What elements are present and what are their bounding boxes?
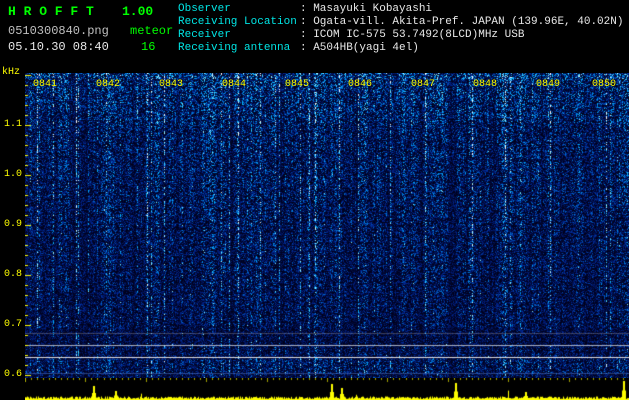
freq-axis-unit: kHz [2,67,21,78]
freq-label: 0.8 [3,269,22,280]
observer-info: Observer : Masayuki Kobayashi Receiving … [178,3,623,55]
info-row: Receiver : ICOM IC-575 53.7492(8LCD)MHz … [178,29,623,42]
signal-meter-canvas [25,378,629,400]
time-label: 0841 [33,79,58,90]
freq-label: 0.9 [3,219,22,230]
freq-label: 1.1 [3,119,22,130]
version-label: 1.00 [122,4,154,19]
time-label: 0845 [285,79,310,90]
time-label: 0846 [348,79,373,90]
app-title: H R O F F T [8,4,94,19]
info-label: Receiving antenna [178,42,291,54]
info-value: : Masayuki Kobayashi [300,3,433,15]
date-row: 05.10.30 08:40 16 [8,40,155,54]
info-row: Observer : Masayuki Kobayashi [178,3,623,16]
time-label: 0849 [536,79,561,90]
info-value: : A504HB(yagi 4el) [300,42,419,54]
info-label: Observer [178,3,231,15]
spectrogram-canvas [25,73,629,378]
time-label: 0847 [411,79,436,90]
time-label: 0843 [159,79,184,90]
time-label: 0850 [592,79,617,90]
count-label: 16 [141,40,156,54]
info-value: : Ogata-vill. Akita-Pref. JAPAN (139.96E… [300,16,624,28]
freq-label: 1.0 [3,169,22,180]
time-label: 0842 [96,79,121,90]
time-label: 0844 [222,79,247,90]
info-label: Receiving Location [178,16,297,28]
hrofft-window: H R O F F T 1.00 0510300840.png meteor 0… [0,0,629,400]
datetime-label: 05.10.30 08:40 [8,40,109,54]
info-label: Receiver [178,29,231,41]
info-value: : ICOM IC-575 53.7492(8LCD)MHz USB [300,29,525,41]
filename-label: 0510300840.png [8,24,109,38]
info-row: Receiving Location : Ogata-vill. Akita-P… [178,16,623,29]
file-row: 0510300840.png meteor [8,24,173,38]
freq-label: 0.6 [3,369,22,380]
freq-label: 0.7 [3,319,22,330]
time-label: 0848 [473,79,498,90]
mode-label: meteor [130,24,174,38]
info-row: Receiving antenna : A504HB(yagi 4el) [178,42,623,55]
app-header: H R O F F T 1.00 [8,4,153,19]
